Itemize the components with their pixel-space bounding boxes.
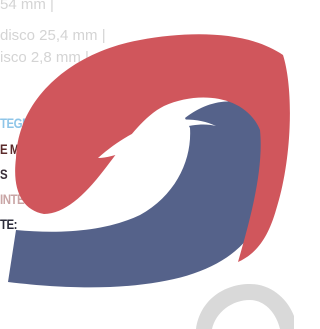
product-image-canvas: 54 mm | disco 25,4 mm | isco 2,8 mm | TE… [0,0,294,329]
brand-logo-swoosh [8,34,294,329]
gray-ring-decoration [196,284,294,329]
